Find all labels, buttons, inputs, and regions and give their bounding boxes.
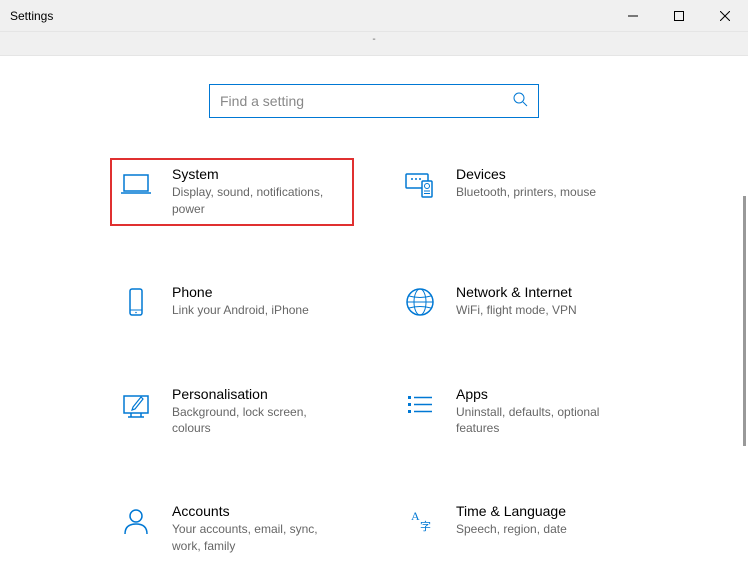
settings-grid: System Display, sound, notifications, po… (0, 158, 748, 571)
phone-icon (118, 284, 154, 320)
titlebar: Settings (0, 0, 748, 32)
category-apps[interactable]: Apps Uninstall, defaults, optional featu… (394, 378, 638, 446)
category-desc: Your accounts, email, sync, work, family (172, 521, 346, 555)
category-desc: Speech, region, date (456, 521, 630, 538)
window-title: Settings (10, 9, 53, 23)
category-title: Apps (456, 386, 630, 402)
globe-icon (402, 284, 438, 320)
devices-icon (402, 166, 438, 202)
close-icon (720, 11, 730, 21)
category-personalisation[interactable]: Personalisation Background, lock screen,… (110, 378, 354, 446)
search-row (0, 56, 748, 158)
tile-text: Devices Bluetooth, printers, mouse (456, 166, 630, 201)
close-button[interactable] (702, 0, 748, 32)
category-phone[interactable]: Phone Link your Android, iPhone (110, 276, 354, 328)
content-area: System Display, sound, notifications, po… (0, 56, 748, 571)
search-input[interactable] (220, 93, 512, 109)
tile-text: Phone Link your Android, iPhone (172, 284, 346, 319)
scrollbar-thumb[interactable] (743, 196, 746, 446)
category-time-language[interactable]: A字 Time & Language Speech, region, date (394, 495, 638, 563)
subheader: - (0, 32, 748, 56)
category-title: System (172, 166, 346, 182)
category-accounts[interactable]: Accounts Your accounts, email, sync, wor… (110, 495, 354, 563)
minimize-icon (628, 11, 638, 21)
category-title: Phone (172, 284, 346, 300)
category-desc: Background, lock screen, colours (172, 404, 346, 438)
tile-text: Time & Language Speech, region, date (456, 503, 630, 538)
category-system[interactable]: System Display, sound, notifications, po… (110, 158, 354, 226)
tile-text: Accounts Your accounts, email, sync, wor… (172, 503, 346, 555)
category-title: Personalisation (172, 386, 346, 402)
category-network[interactable]: Network & Internet WiFi, flight mode, VP… (394, 276, 638, 328)
svg-text:A: A (411, 509, 420, 523)
tile-text: Network & Internet WiFi, flight mode, VP… (456, 284, 630, 319)
svg-text:字: 字 (420, 519, 431, 533)
titlebar-controls (610, 0, 748, 31)
tile-text: Apps Uninstall, defaults, optional featu… (456, 386, 630, 438)
category-title: Network & Internet (456, 284, 630, 300)
category-desc: Bluetooth, printers, mouse (456, 184, 630, 201)
category-desc: Display, sound, notifications, power (172, 184, 346, 218)
personalization-icon (118, 386, 154, 422)
category-title: Devices (456, 166, 630, 182)
maximize-icon (674, 11, 684, 21)
tile-text: Personalisation Background, lock screen,… (172, 386, 346, 438)
laptop-icon (118, 166, 154, 202)
search-box[interactable] (209, 84, 539, 118)
search-icon (512, 91, 528, 112)
category-title: Time & Language (456, 503, 630, 519)
minimize-button[interactable] (610, 0, 656, 32)
category-desc: WiFi, flight mode, VPN (456, 302, 630, 319)
maximize-button[interactable] (656, 0, 702, 32)
tile-text: System Display, sound, notifications, po… (172, 166, 346, 218)
category-desc: Uninstall, defaults, optional features (456, 404, 630, 438)
category-devices[interactable]: Devices Bluetooth, printers, mouse (394, 158, 638, 226)
time-language-icon: A字 (402, 503, 438, 539)
category-title: Accounts (172, 503, 346, 519)
apps-icon (402, 386, 438, 422)
account-icon (118, 503, 154, 539)
category-desc: Link your Android, iPhone (172, 302, 346, 319)
